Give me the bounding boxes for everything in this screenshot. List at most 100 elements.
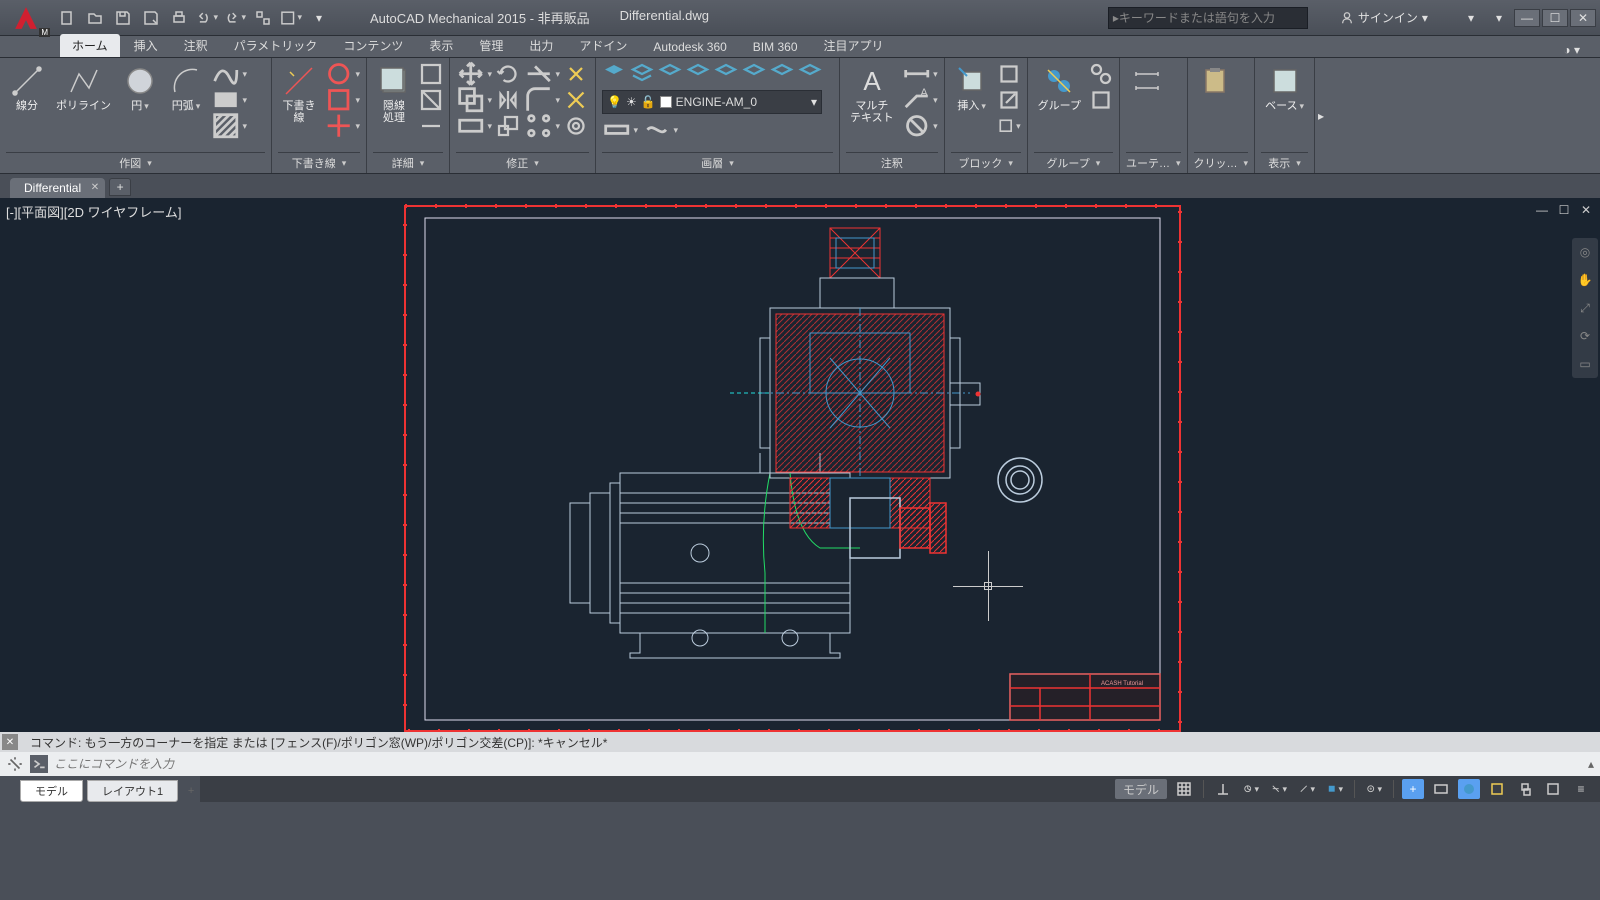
annoscale-icon[interactable]	[1363, 779, 1385, 799]
layout-tab-layout1[interactable]: レイアウト1	[87, 780, 178, 802]
panel-view-label[interactable]: 表示	[1261, 152, 1308, 173]
table-icon[interactable]	[902, 114, 938, 138]
stretch-icon[interactable]	[456, 114, 492, 138]
viewport-maximize-icon[interactable]: ☐	[1556, 202, 1572, 218]
open-icon[interactable]	[84, 7, 106, 29]
ungroup-icon[interactable]	[1089, 62, 1113, 86]
save-icon[interactable]	[112, 7, 134, 29]
layerstate5-icon[interactable]	[714, 62, 738, 86]
offset-icon[interactable]	[564, 114, 588, 138]
erase-icon[interactable]	[564, 62, 588, 86]
layerstate3-icon[interactable]	[658, 62, 682, 86]
cline1-icon[interactable]	[324, 62, 360, 86]
polar-icon[interactable]	[1240, 779, 1262, 799]
status-modelspace[interactable]: モデル	[1115, 779, 1167, 799]
detail2-icon[interactable]	[419, 88, 443, 112]
dim-icon[interactable]	[902, 62, 938, 86]
circle-button[interactable]: 円	[119, 62, 161, 114]
tab-output[interactable]: 出力	[517, 34, 565, 57]
new-icon[interactable]	[56, 7, 78, 29]
panel-group-label[interactable]: グループ	[1034, 152, 1113, 173]
line-button[interactable]: 線分	[6, 62, 48, 114]
rotate-icon[interactable]	[496, 62, 520, 86]
panel-utilities-label[interactable]: ユーテ…	[1126, 152, 1181, 173]
panel-draw-label[interactable]: 作図	[6, 152, 265, 173]
isolate-icon[interactable]	[1486, 779, 1508, 799]
layerstate2-icon[interactable]	[630, 62, 654, 86]
tab-a360[interactable]: Autodesk 360	[641, 37, 738, 57]
tab-view[interactable]: 表示	[417, 34, 465, 57]
minimize-button[interactable]: —	[1514, 9, 1540, 27]
osnap-icon[interactable]	[1296, 779, 1318, 799]
hardware-accel-icon[interactable]	[1458, 779, 1480, 799]
panel-block-label[interactable]: ブロック	[951, 152, 1021, 173]
create-icon[interactable]	[997, 62, 1021, 86]
tab-featured[interactable]: 注目アプリ	[812, 34, 896, 57]
signin-button[interactable]: サインイン ▾	[1336, 7, 1432, 29]
close-tab-icon[interactable]: ✕	[91, 182, 99, 193]
fillet-icon[interactable]	[524, 88, 560, 112]
layout-tab-model[interactable]: モデル	[20, 780, 83, 802]
exchange-icon[interactable]	[1442, 7, 1450, 29]
saveas-icon[interactable]	[140, 7, 162, 29]
ribbon-expander-icon[interactable]: ◑ ▾	[1563, 43, 1580, 57]
panel-modify-label[interactable]: 修正	[456, 152, 589, 173]
leader-icon[interactable]: A	[902, 88, 938, 112]
insert-button[interactable]: 挿入	[951, 62, 993, 114]
new-layout-icon[interactable]: +	[182, 783, 200, 799]
detail1-icon[interactable]	[419, 62, 443, 86]
layerstate7-icon[interactable]	[770, 62, 794, 86]
rectangle-icon[interactable]	[211, 88, 247, 112]
a360-icon[interactable]: ▾	[1460, 7, 1478, 29]
new-drawing-tab[interactable]: +	[109, 178, 131, 196]
snap-icon[interactable]	[1212, 779, 1234, 799]
edit-icon[interactable]	[997, 88, 1021, 112]
command-input[interactable]	[54, 757, 1582, 771]
detail3-icon[interactable]	[419, 114, 443, 138]
measure-button[interactable]	[1126, 62, 1168, 100]
attrib-icon[interactable]	[997, 114, 1021, 138]
scale-icon[interactable]	[496, 114, 520, 138]
copy-icon[interactable]	[456, 88, 492, 112]
tab-bim360[interactable]: BIM 360	[741, 37, 810, 57]
hiddenline-button[interactable]: 隠線 処理	[373, 62, 415, 126]
qat-dropdown-icon[interactable]: ▾	[308, 7, 330, 29]
app-menu-button[interactable]	[4, 0, 48, 36]
drawing-tab[interactable]: Differential✕	[10, 178, 105, 198]
layerstate6-icon[interactable]	[742, 62, 766, 86]
workspace-icon[interactable]	[280, 7, 302, 29]
panel-construction-label[interactable]: 下書き線	[278, 152, 360, 173]
infocenter-search[interactable]: ▸ キーワードまたは語句を入力	[1108, 7, 1308, 29]
commandline-options-icon[interactable]	[6, 755, 24, 773]
statusbar-menu-icon[interactable]: ≡	[1570, 779, 1592, 799]
mtext-button[interactable]: Aマルチ テキスト	[846, 62, 898, 126]
layerstate8-icon[interactable]	[798, 62, 822, 86]
ribbon-scroll-icon[interactable]: ▸	[1315, 58, 1327, 173]
hatch-icon[interactable]	[211, 114, 247, 138]
print-icon[interactable]	[168, 7, 190, 29]
navwheel-icon[interactable]: ◎	[1575, 242, 1595, 262]
ui-lock-icon[interactable]	[1430, 779, 1452, 799]
layerstate1-icon[interactable]	[602, 62, 626, 86]
showmotion-icon[interactable]: ▭	[1575, 354, 1595, 374]
tab-manage[interactable]: 管理	[467, 34, 515, 57]
arc-button[interactable]: 円弧	[165, 62, 207, 114]
cline3-icon[interactable]	[324, 114, 360, 138]
zoom-extents-icon[interactable]: ⤢	[1575, 298, 1595, 318]
paste-button[interactable]	[1194, 62, 1236, 100]
cline2-icon[interactable]	[324, 88, 360, 112]
tab-home[interactable]: ホーム	[60, 34, 120, 57]
linetype-icon[interactable]	[602, 118, 638, 142]
panel-detail-label[interactable]: 詳細	[373, 152, 443, 173]
pan-icon[interactable]: ✋	[1575, 270, 1595, 290]
workspace-switch-icon[interactable]: +	[1402, 779, 1424, 799]
constructionline-button[interactable]: 下書き 線	[278, 62, 320, 126]
tab-content[interactable]: コンテンツ	[331, 34, 415, 57]
cleanscreen-icon[interactable]	[1542, 779, 1564, 799]
tab-parametric[interactable]: パラメトリック	[222, 34, 330, 57]
tab-annotate[interactable]: 注釈	[172, 34, 220, 57]
layer-combo[interactable]: 💡 ☀ 🔓 ENGINE-AM_0 ▾	[602, 90, 822, 114]
redo-icon[interactable]	[224, 7, 246, 29]
ortho-icon[interactable]	[1268, 779, 1290, 799]
viewport-minimize-icon[interactable]: —	[1534, 202, 1550, 218]
